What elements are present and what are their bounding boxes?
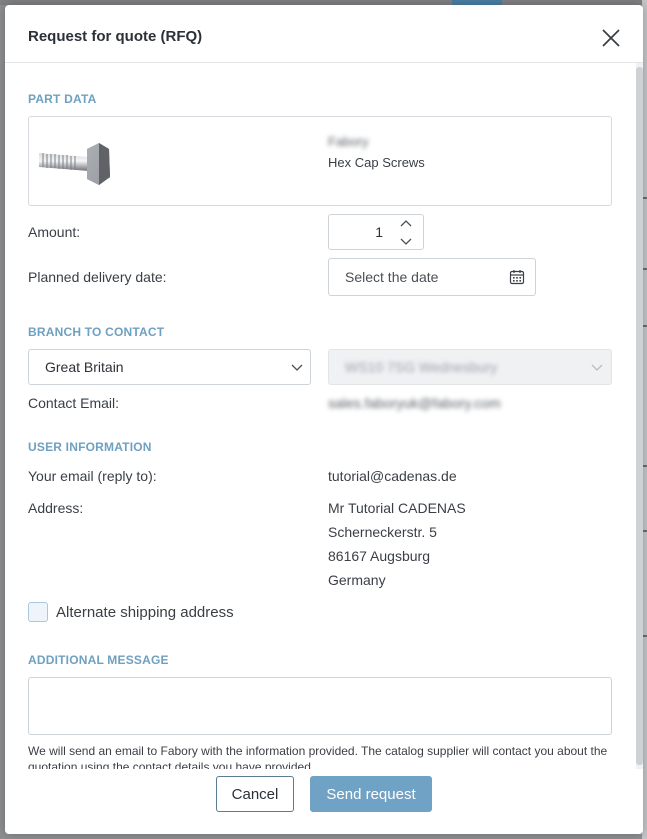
contact-email-label: Contact Email:	[28, 395, 120, 411]
amount-value: 1	[375, 224, 383, 240]
dialog-title: Request for quote (RFQ)	[28, 28, 203, 45]
country-selected-value: Great Britain	[45, 359, 124, 375]
delivery-date-picker[interactable]: Select the date	[328, 258, 536, 296]
scrollbar-thumb[interactable]	[636, 67, 643, 765]
amount-label: Amount:	[28, 224, 81, 240]
product-name: Hex Cap Screws	[328, 155, 425, 170]
address-line: Germany	[328, 572, 386, 588]
dialog-scrollbar[interactable]	[636, 63, 643, 769]
privacy-notice: We will send an email to Fabory with the…	[28, 744, 608, 769]
part-data-card: Fabory Hex Cap Screws	[28, 116, 612, 206]
user-email-label: Your email (reply to):	[28, 468, 157, 484]
calendar-icon	[509, 270, 525, 285]
additional-message-input[interactable]	[28, 677, 612, 735]
branch-location-value: WS10 7SG Wednesbury	[345, 359, 498, 375]
alternate-shipping-checkbox[interactable]	[28, 602, 48, 622]
additional-message-title: ADDITIONAL MESSAGE	[28, 653, 169, 667]
cancel-button[interactable]: Cancel	[216, 776, 294, 812]
user-email-value: tutorial@cadenas.de	[328, 468, 457, 484]
address-label: Address:	[28, 500, 84, 516]
delivery-date-placeholder: Select the date	[345, 269, 439, 285]
alternate-shipping-label[interactable]: Alternate shipping address	[56, 604, 234, 621]
branch-title: BRANCH TO CONTACT	[28, 325, 165, 339]
chevron-down-icon	[291, 364, 303, 371]
rfq-dialog: Request for quote (RFQ) PART DATA Fabory…	[5, 5, 643, 834]
delivery-date-label: Planned delivery date:	[28, 269, 167, 285]
chevron-down-icon[interactable]	[399, 235, 413, 247]
dialog-footer: Cancel Send request	[5, 769, 643, 834]
address-line: Mr Tutorial CADENAS	[328, 500, 466, 516]
dialog-header: Request for quote (RFQ)	[5, 5, 643, 63]
branch-location-select: WS10 7SG Wednesbury	[328, 349, 612, 385]
part-data-title: PART DATA	[28, 92, 97, 106]
contact-email-value: sales.faboryuk@fabory.com	[328, 395, 501, 411]
supplier-name: Fabory	[328, 134, 369, 149]
address-line: Scherneckerstr. 5	[328, 524, 437, 540]
chevron-down-icon	[591, 364, 603, 371]
amount-stepper[interactable]: 1	[328, 214, 424, 250]
country-select[interactable]: Great Britain	[28, 349, 311, 385]
chevron-up-icon[interactable]	[399, 218, 413, 230]
hex-screw-image	[39, 143, 110, 185]
user-info-title: USER INFORMATION	[28, 440, 152, 454]
address-line: 86167 Augsburg	[328, 548, 430, 564]
close-icon[interactable]	[600, 27, 622, 49]
send-request-button[interactable]: Send request	[310, 776, 432, 812]
